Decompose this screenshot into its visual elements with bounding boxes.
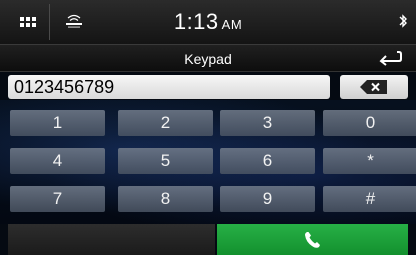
delete-button[interactable] (340, 75, 408, 99)
key-2[interactable]: 2 (118, 110, 213, 136)
status-bar: 1:13 AM (0, 0, 416, 45)
key-8[interactable]: 8 (118, 186, 213, 212)
key-0[interactable]: 0 (323, 110, 416, 136)
clock: 1:13 AM (0, 9, 416, 35)
back-arrow-icon (379, 51, 402, 66)
key-7[interactable]: 7 (10, 186, 105, 212)
clock-time: 1:13 (173, 9, 219, 34)
bluetooth-icon (399, 14, 407, 28)
keypad: 1 2 3 0 4 5 6 * 7 8 9 # (0, 104, 416, 222)
key-1[interactable]: 1 (10, 110, 105, 136)
phone-icon (304, 231, 320, 248)
page-title: Keypad (184, 51, 232, 67)
key-5[interactable]: 5 (118, 148, 213, 174)
key-9[interactable]: 9 (220, 186, 315, 212)
key-6[interactable]: 6 (220, 148, 315, 174)
call-button[interactable] (217, 224, 408, 255)
backspace-icon (360, 80, 387, 94)
phone-number-input[interactable]: 0123456789 (8, 75, 330, 99)
key-hash[interactable]: # (323, 186, 416, 212)
bottom-bar-left (8, 224, 215, 255)
keypad-screen: 1:13 AM Keypad 0123456789 1 2 3 0 4 5 6 *… (0, 0, 416, 255)
title-bar: Keypad (0, 45, 416, 72)
back-button[interactable] (370, 47, 410, 69)
key-star[interactable]: * (323, 148, 416, 174)
key-4[interactable]: 4 (10, 148, 105, 174)
clock-ampm: AM (221, 17, 243, 32)
key-3[interactable]: 3 (220, 110, 315, 136)
